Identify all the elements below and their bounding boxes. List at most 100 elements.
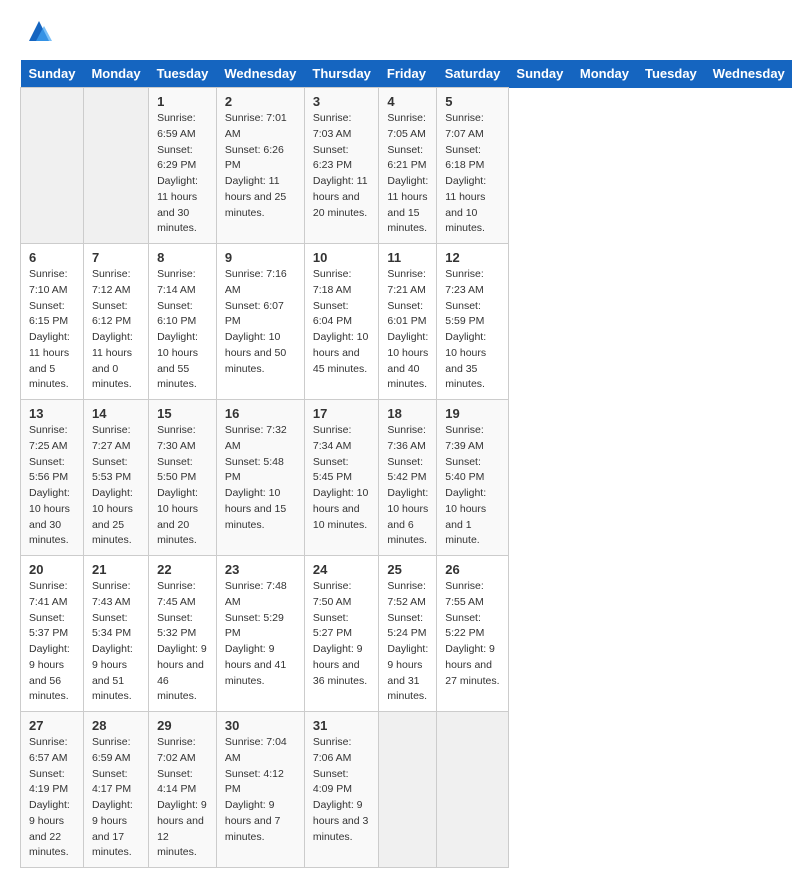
day-header-tuesday: Tuesday — [637, 60, 705, 88]
calendar-cell: 15 Sunrise: 7:30 AMSunset: 5:50 PMDayligh… — [149, 400, 217, 556]
day-number: 6 — [29, 250, 75, 265]
day-info: Sunrise: 6:59 AMSunset: 6:29 PMDaylight:… — [157, 111, 208, 237]
day-info: Sunrise: 6:57 AMSunset: 4:19 PMDaylight:… — [29, 735, 75, 861]
day-number: 9 — [225, 250, 296, 265]
calendar-cell: 25 Sunrise: 7:52 AMSunset: 5:24 PMDayligh… — [379, 556, 437, 712]
calendar-cell: 19 Sunrise: 7:39 AMSunset: 5:40 PMDayligh… — [437, 400, 509, 556]
day-number: 8 — [157, 250, 208, 265]
day-number: 31 — [313, 718, 371, 733]
calendar-cell: 22Sunrise: 7:45 AMSunset: 5:32 PMDayligh… — [149, 556, 217, 712]
day-number: 17 — [313, 406, 371, 421]
day-number: 16 — [225, 406, 296, 421]
day-info: Sunrise: 7:55 AMSunset: 5:22 PMDaylight:… — [445, 579, 500, 689]
day-info: Sunrise: 7:30 AMSunset: 5:50 PMDaylight:… — [157, 423, 208, 549]
day-number: 30 — [225, 718, 296, 733]
calendar-cell: 2 Sunrise: 7:01 AMSunset: 6:26 PMDaylight… — [216, 88, 304, 244]
calendar-cell: 10 Sunrise: 7:18 AMSunset: 6:04 PMDayligh… — [304, 244, 379, 400]
calendar-cell: 21 Sunrise: 7:43 AMSunset: 5:34 PMDayligh… — [83, 556, 148, 712]
day-number: 1 — [157, 94, 208, 109]
day-number: 20 — [29, 562, 75, 577]
day-header-sunday: Sunday — [21, 60, 84, 88]
day-info: Sunrise: 7:45 AMSunset: 5:32 PMDaylight:… — [157, 579, 208, 705]
calendar-cell: 17 Sunrise: 7:34 AMSunset: 5:45 PMDayligh… — [304, 400, 379, 556]
calendar-cell: 9 Sunrise: 7:16 AMSunset: 6:07 PMDaylight… — [216, 244, 304, 400]
day-header-monday: Monday — [572, 60, 637, 88]
calendar-cell: 7 Sunrise: 7:12 AMSunset: 6:12 PMDaylight… — [83, 244, 148, 400]
day-info: Sunrise: 7:01 AMSunset: 6:26 PMDaylight:… — [225, 111, 296, 221]
day-info: Sunrise: 7:12 AMSunset: 6:12 PMDaylight:… — [92, 267, 140, 393]
calendar-cell: 3 Sunrise: 7:03 AMSunset: 6:23 PMDaylight… — [304, 88, 379, 244]
day-info: Sunrise: 7:03 AMSunset: 6:23 PMDaylight:… — [313, 111, 371, 221]
day-info: Sunrise: 7:07 AMSunset: 6:18 PMDaylight:… — [445, 111, 500, 237]
calendar-cell: 11 Sunrise: 7:21 AMSunset: 6:01 PMDayligh… — [379, 244, 437, 400]
logo — [20, 20, 54, 50]
calendar-cell: 26 Sunrise: 7:55 AMSunset: 5:22 PMDayligh… — [437, 556, 509, 712]
day-header-saturday: Saturday — [437, 60, 509, 88]
logo-icon — [24, 16, 54, 46]
calendar-cell — [83, 88, 148, 244]
calendar-week-1: 1 Sunrise: 6:59 AMSunset: 6:29 PMDaylight… — [21, 88, 792, 244]
day-number: 19 — [445, 406, 500, 421]
day-number: 7 — [92, 250, 140, 265]
day-info: Sunrise: 7:36 AMSunset: 5:42 PMDaylight:… — [387, 423, 428, 549]
calendar-cell: 6 Sunrise: 7:10 AMSunset: 6:15 PMDaylight… — [21, 244, 84, 400]
calendar-cell — [437, 712, 509, 868]
calendar-week-2: 6 Sunrise: 7:10 AMSunset: 6:15 PMDaylight… — [21, 244, 792, 400]
day-info: Sunrise: 7:34 AMSunset: 5:45 PMDaylight:… — [313, 423, 371, 533]
calendar-cell: 31 Sunrise: 7:06 AMSunset: 4:09 PMDayligh… — [304, 712, 379, 868]
day-info: Sunrise: 7:48 AMSunset: 5:29 PMDaylight:… — [225, 579, 296, 689]
day-header-tuesday: Tuesday — [149, 60, 217, 88]
day-info: Sunrise: 7:21 AMSunset: 6:01 PMDaylight:… — [387, 267, 428, 393]
day-info: Sunrise: 7:18 AMSunset: 6:04 PMDaylight:… — [313, 267, 371, 377]
day-info: Sunrise: 7:39 AMSunset: 5:40 PMDaylight:… — [445, 423, 500, 549]
calendar-cell: 30 Sunrise: 7:04 AMSunset: 4:12 PMDayligh… — [216, 712, 304, 868]
day-header-monday: Monday — [83, 60, 148, 88]
day-number: 21 — [92, 562, 140, 577]
day-info: Sunrise: 7:23 AMSunset: 5:59 PMDaylight:… — [445, 267, 500, 393]
day-info: Sunrise: 7:02 AMSunset: 4:14 PMDaylight:… — [157, 735, 208, 861]
day-number: 12 — [445, 250, 500, 265]
calendar-cell: 12 Sunrise: 7:23 AMSunset: 5:59 PMDayligh… — [437, 244, 509, 400]
day-number: 10 — [313, 250, 371, 265]
day-number: 3 — [313, 94, 371, 109]
day-number: 11 — [387, 250, 428, 265]
calendar-table: SundayMondayTuesdayWednesdayThursdayFrid… — [20, 60, 792, 868]
calendar-cell — [379, 712, 437, 868]
day-number: 26 — [445, 562, 500, 577]
day-header-sunday: Sunday — [508, 60, 571, 88]
day-header-wednesday: Wednesday — [705, 60, 792, 88]
day-number: 29 — [157, 718, 208, 733]
day-number: 23 — [225, 562, 296, 577]
calendar-cell: 29 Sunrise: 7:02 AMSunset: 4:14 PMDayligh… — [149, 712, 217, 868]
day-number: 27 — [29, 718, 75, 733]
calendar-cell: 1 Sunrise: 6:59 AMSunset: 6:29 PMDaylight… — [149, 88, 217, 244]
day-info: Sunrise: 7:27 AMSunset: 5:53 PMDaylight:… — [92, 423, 140, 549]
day-info: Sunrise: 7:10 AMSunset: 6:15 PMDaylight:… — [29, 267, 75, 393]
day-header-thursday: Thursday — [304, 60, 379, 88]
day-number: 2 — [225, 94, 296, 109]
day-info: Sunrise: 7:06 AMSunset: 4:09 PMDaylight:… — [313, 735, 371, 845]
calendar-cell — [21, 88, 84, 244]
day-number: 25 — [387, 562, 428, 577]
day-number: 14 — [92, 406, 140, 421]
calendar-cell: 4Sunrise: 7:05 AMSunset: 6:21 PMDaylight… — [379, 88, 437, 244]
day-info: Sunrise: 7:41 AMSunset: 5:37 PMDaylight:… — [29, 579, 75, 705]
day-info: Sunrise: 7:43 AMSunset: 5:34 PMDaylight:… — [92, 579, 140, 705]
day-number: 15 — [157, 406, 208, 421]
day-info: Sunrise: 7:04 AMSunset: 4:12 PMDaylight:… — [225, 735, 296, 845]
day-info: Sunrise: 7:14 AMSunset: 6:10 PMDaylight:… — [157, 267, 208, 393]
day-info: Sunrise: 7:52 AMSunset: 5:24 PMDaylight:… — [387, 579, 428, 705]
calendar-header-row: SundayMondayTuesdayWednesdayThursdayFrid… — [21, 60, 792, 88]
day-info: Sunrise: 7:25 AMSunset: 5:56 PMDaylight:… — [29, 423, 75, 549]
calendar-cell: 24Sunrise: 7:50 AMSunset: 5:27 PMDayligh… — [304, 556, 379, 712]
page-header — [20, 20, 772, 50]
calendar-cell: 8 Sunrise: 7:14 AMSunset: 6:10 PMDaylight… — [149, 244, 217, 400]
day-header-friday: Friday — [379, 60, 437, 88]
day-info: Sunrise: 7:16 AMSunset: 6:07 PMDaylight:… — [225, 267, 296, 377]
day-number: 4 — [387, 94, 428, 109]
day-header-wednesday: Wednesday — [216, 60, 304, 88]
calendar-cell: 27 Sunrise: 6:57 AMSunset: 4:19 PMDayligh… — [21, 712, 84, 868]
day-info: Sunrise: 7:32 AMSunset: 5:48 PMDaylight:… — [225, 423, 296, 533]
day-info: Sunrise: 7:50 AMSunset: 5:27 PMDaylight:… — [313, 579, 371, 689]
calendar-cell: 18Sunrise: 7:36 AMSunset: 5:42 PMDayligh… — [379, 400, 437, 556]
